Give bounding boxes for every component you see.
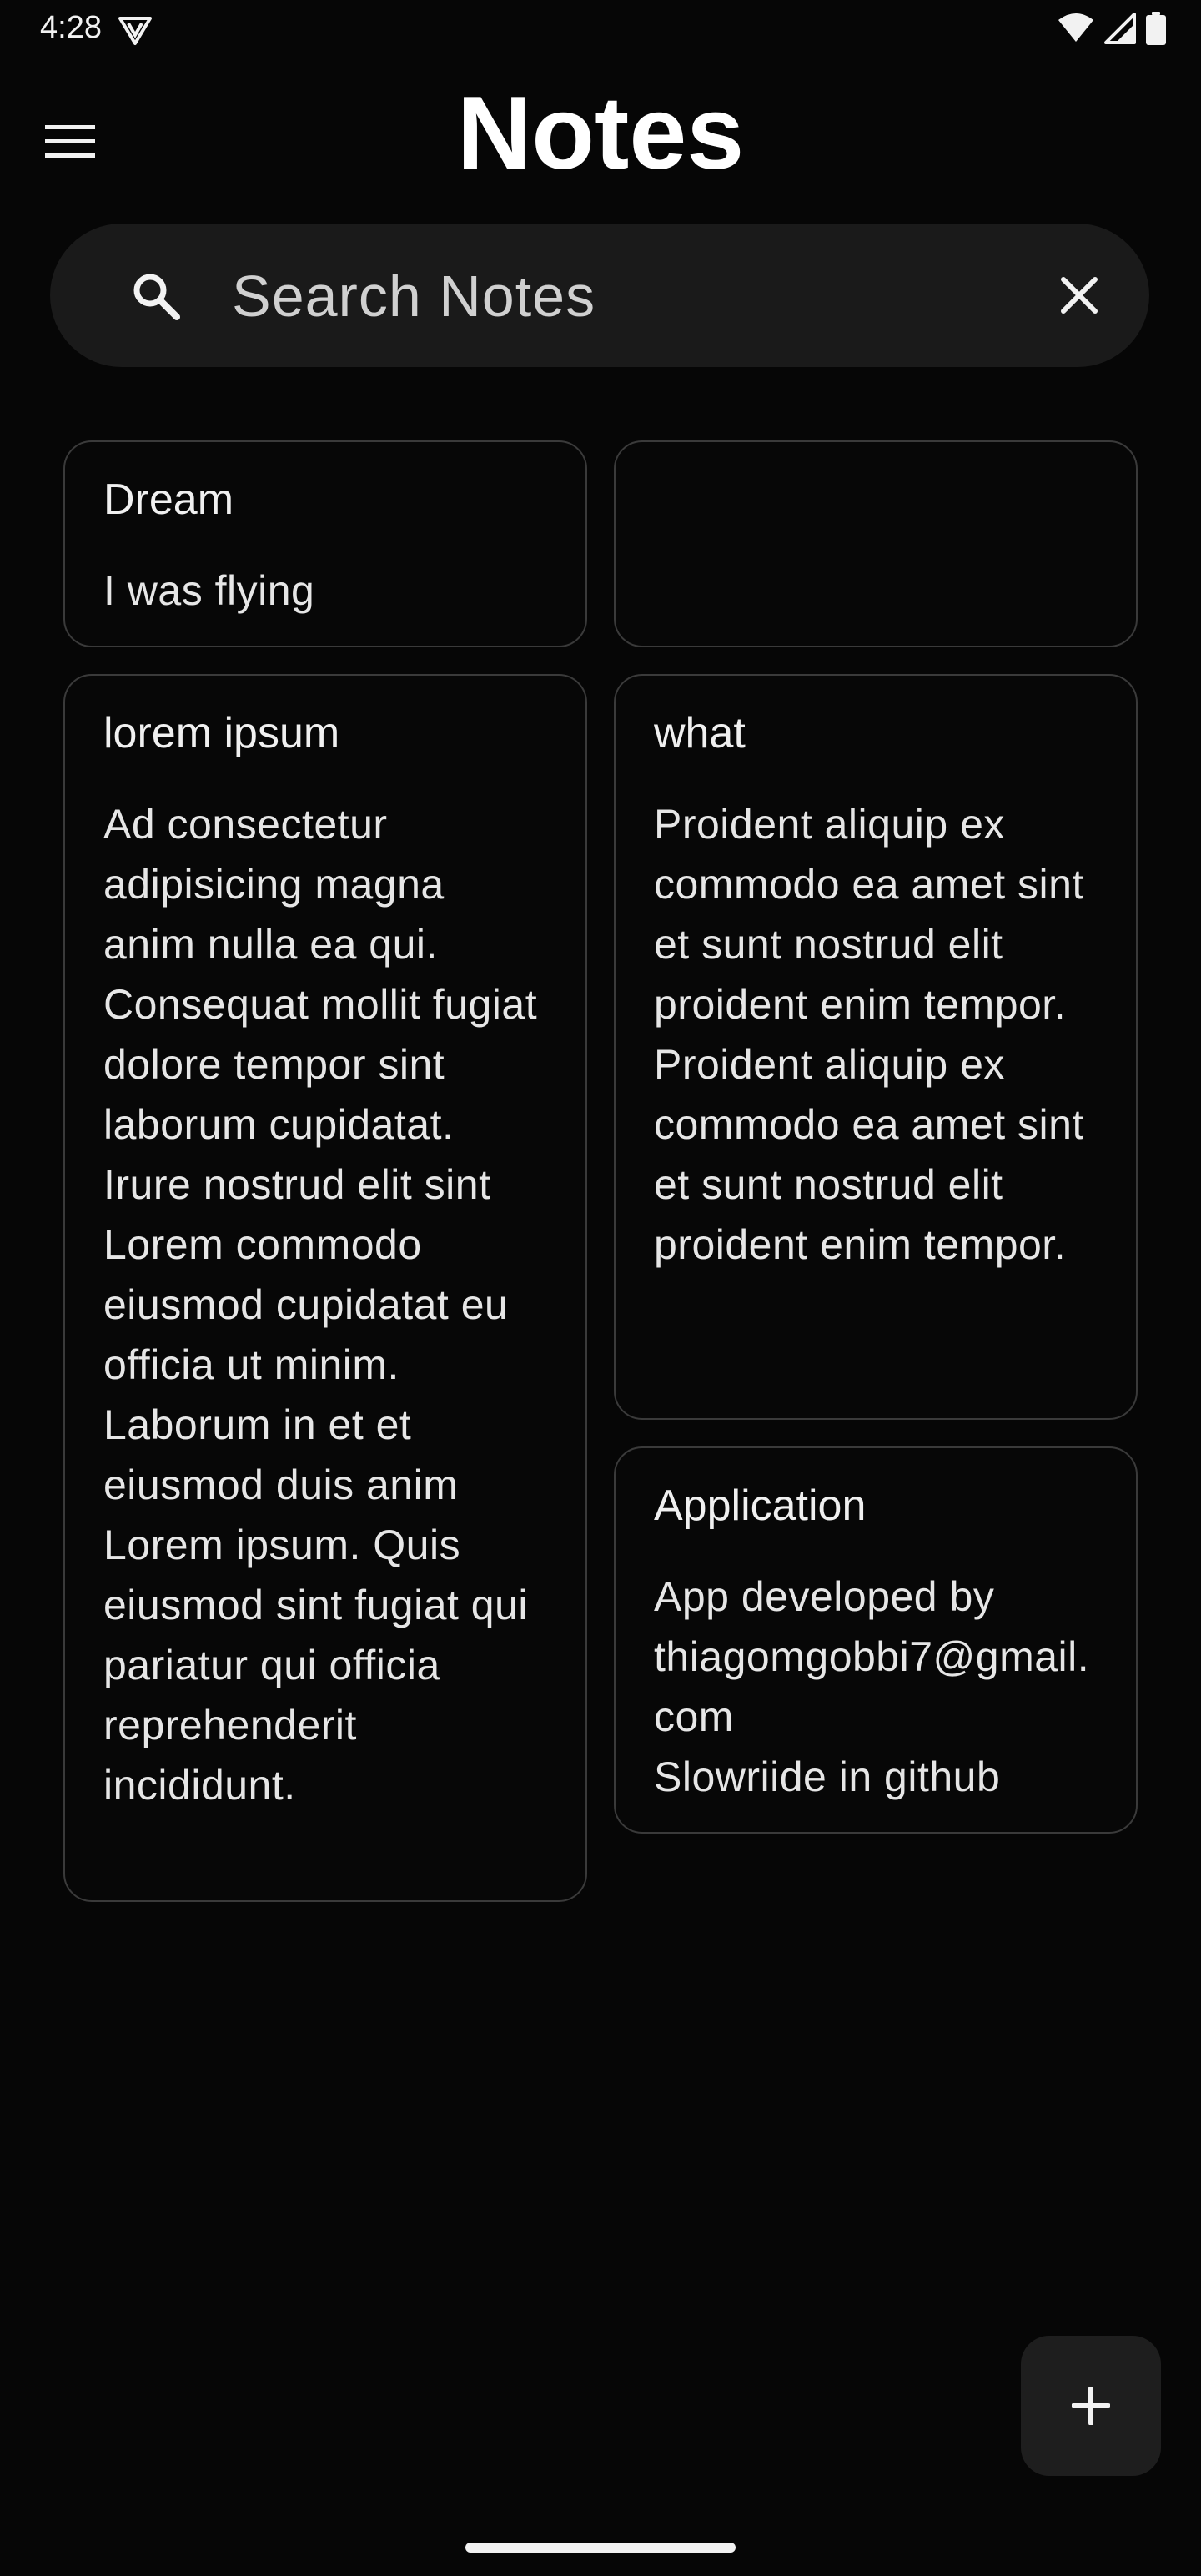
close-icon	[1061, 277, 1098, 314]
cellular-signal-icon	[1104, 13, 1136, 44]
note-title: lorem ipsum	[103, 709, 340, 757]
note-title: Dream	[103, 475, 234, 524]
note-body: I was flying	[103, 567, 315, 614]
note-card[interactable]: Dream I was flying	[63, 440, 587, 647]
note-title: what	[654, 709, 746, 757]
add-note-button[interactable]	[1021, 2336, 1161, 2476]
vpn-icon	[118, 17, 152, 45]
battery-icon	[1146, 12, 1166, 45]
hamburger-menu-icon	[45, 125, 95, 158]
note-card[interactable]	[614, 440, 1138, 647]
wifi-icon	[1058, 13, 1093, 42]
status-time: 4:28	[40, 10, 102, 45]
search-bar	[50, 224, 1149, 367]
note-title: Application	[654, 1482, 867, 1530]
menu-button[interactable]	[37, 108, 103, 175]
note-card[interactable]: Application App developed by thiagomgobb…	[614, 1446, 1138, 1834]
status-icons	[1058, 12, 1166, 45]
note-body: Ad consectetur adipisicing magna anim nu…	[103, 801, 538, 1809]
clear-search-button[interactable]	[1041, 257, 1118, 334]
home-indicator[interactable]	[465, 2543, 736, 2553]
note-card[interactable]: what Proident aliquip ex commodo ea amet…	[614, 674, 1138, 1420]
page-title: Notes	[456, 76, 745, 191]
app-header: Notes	[0, 75, 1201, 192]
search-icon	[133, 274, 180, 320]
status-bar: 4:28	[0, 0, 1201, 60]
note-body: Proident aliquip ex commodo ea amet sint…	[654, 801, 1084, 1268]
note-body: App developed by thiagomgobbi7@gmail.com…	[654, 1573, 1090, 1800]
note-card[interactable]: lorem ipsum Ad consectetur adipisicing m…	[63, 674, 587, 1902]
search-input[interactable]	[230, 249, 1068, 344]
plus-icon	[1072, 2387, 1110, 2425]
